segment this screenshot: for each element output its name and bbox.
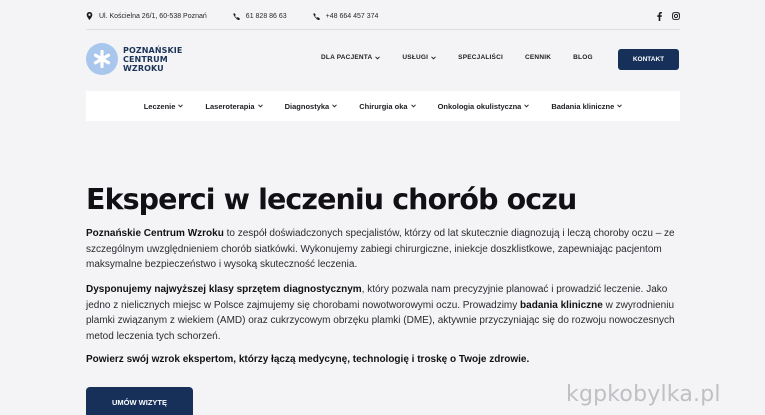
logo-wordmark: POZNAŃSKIE CENTRUM WZROKU <box>123 46 182 73</box>
hero-paragraph-intro: Poznańskie Centrum Wzroku to zespół dośw… <box>86 226 680 273</box>
clinical-trials-link[interactable]: badania kliniczne <box>520 300 603 311</box>
nav-item-label: CENNIK <box>525 54 552 61</box>
nav-item-specjalisci[interactable]: SPECJALIŚCI <box>458 54 503 61</box>
address-text: Ul. Kościelna 26/1, 60-538 Poznań <box>99 12 207 20</box>
main-nav: DLA PACJENTA USŁUGI SPECJALIŚCI CENNIK B… <box>321 54 615 61</box>
intro-bold-text: Poznańskie Centrum Wzroku <box>86 228 224 239</box>
chevron-down-icon <box>431 56 436 59</box>
subnav-item-label: Onkologia okulistyczna <box>437 101 522 111</box>
topbar-divider <box>86 29 680 30</box>
nav-item-label: BLOG <box>573 54 593 61</box>
address-item: Ul. Kościelna 26/1, 60-538 Poznań <box>86 12 207 20</box>
book-visit-button[interactable]: UMÓW WIZYTĘ <box>86 387 193 415</box>
phone1-text[interactable]: 61 828 86 63 <box>246 13 287 20</box>
subnav-item-diagnostyka[interactable]: Diagnostyka <box>285 102 338 111</box>
subnav-item-leczenie[interactable]: Leczenie <box>144 102 184 111</box>
subnav-item-label: Leczenie <box>143 101 176 111</box>
chevron-down-icon <box>524 104 530 108</box>
logo-line-2: CENTRUM <box>123 54 168 64</box>
nav-item-label: DLA PACJENTA <box>321 54 373 61</box>
nav-item-label: USŁUGI <box>402 54 429 61</box>
location-pin-icon <box>86 12 93 20</box>
watermark: kgpkobylka.pl <box>566 382 721 407</box>
hero-paragraph-tagline: Powierz swój wzrok ekspertom, którzy łąc… <box>86 354 530 365</box>
nav-item-dla-pacjenta[interactable]: DLA PACJENTA <box>321 54 381 61</box>
subnav-item-label: Badania kliniczne <box>551 101 615 111</box>
contact-bar: Ul. Kościelna 26/1, 60-538 Poznań 61 828… <box>86 6 680 26</box>
chevron-down-icon <box>410 104 416 108</box>
logo-line-3: WZROKU <box>123 63 164 73</box>
site-logo[interactable]: POZNAŃSKIE CENTRUM WZROKU <box>86 43 182 75</box>
phone2-text[interactable]: +48 664 457 374 <box>326 13 379 20</box>
hero-paragraph-equipment: Dysponujemy najwyższej klasy sprzętem di… <box>86 282 680 344</box>
services-nav: Leczenie Laseroterapia Diagnostyka Chiru… <box>86 91 680 121</box>
subnav-item-laseroterapia[interactable]: Laseroterapia <box>205 101 263 111</box>
phone-icon <box>233 12 240 20</box>
contact-button[interactable]: KONTAKT <box>618 49 679 70</box>
chevron-down-icon <box>375 56 381 59</box>
chevron-down-icon <box>332 104 338 108</box>
chevron-down-icon <box>617 104 623 108</box>
subnav-item-label: Laseroterapia <box>205 101 255 111</box>
phone-icon <box>313 12 320 20</box>
phone1-item[interactable]: 61 828 86 63 <box>233 13 287 20</box>
logo-asterisk-icon <box>86 43 118 75</box>
equipment-bold-text: Dysponujemy najwyższej klasy sprzętem di… <box>86 284 362 295</box>
logo-line-1: POZNAŃSKIE <box>123 45 183 55</box>
instagram-icon[interactable] <box>672 12 680 20</box>
subnav-item-label: Chirurgia oka <box>359 101 408 111</box>
subnav-item-badania-kliniczne[interactable]: Badania kliniczne <box>551 101 623 111</box>
subnav-item-label: Diagnostyka <box>284 101 330 111</box>
nav-item-label: SPECJALIŚCI <box>458 54 503 61</box>
chevron-down-icon <box>257 104 263 108</box>
chevron-down-icon <box>178 104 184 108</box>
subnav-item-chirurgia-oka[interactable]: Chirurgia oka <box>359 101 416 111</box>
nav-item-uslugi[interactable]: USŁUGI <box>402 54 436 61</box>
phone2-item[interactable]: +48 664 457 374 <box>313 12 379 20</box>
nav-item-blog[interactable]: BLOG <box>573 54 593 61</box>
social-links <box>657 11 680 21</box>
subnav-item-onkologia[interactable]: Onkologia okulistyczna <box>438 102 530 111</box>
hero-title: Eksperci w leczeniu chorób oczu <box>86 183 577 216</box>
nav-item-cennik[interactable]: CENNIK <box>525 54 551 61</box>
facebook-icon[interactable] <box>657 11 662 21</box>
